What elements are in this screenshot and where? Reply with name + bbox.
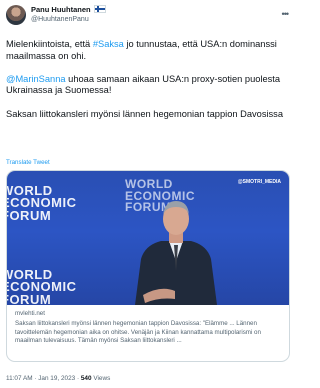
wef-logo-bottom-left: WORLD ECONOMIC FORUM bbox=[7, 267, 77, 305]
card-description: Saksan liittokansleri myönsi lännen hege… bbox=[15, 320, 261, 345]
link-preview-card[interactable]: WORLD ECONOMIC FORUM WORLD ECONOMIC FORU… bbox=[6, 170, 290, 362]
speaker-figure bbox=[135, 201, 217, 305]
tweet-paragraph-2: @MarinSanna uhoaa samaan aikaan USA:n pr… bbox=[6, 73, 281, 96]
mention-link[interactable]: @MarinSanna bbox=[6, 74, 66, 84]
tweet-paragraph-3: Saksan liittokansleri myönsi lännen hege… bbox=[6, 108, 284, 119]
card-image[interactable]: WORLD ECONOMIC FORUM WORLD ECONOMIC FORU… bbox=[7, 171, 289, 305]
finland-flag-icon bbox=[93, 5, 106, 13]
author-handle[interactable]: @HuuhtanenPanu bbox=[31, 16, 89, 23]
author-name[interactable]: Panu Huuhtanen bbox=[31, 5, 91, 14]
avatar[interactable] bbox=[6, 5, 26, 25]
author-name-line[interactable]: Panu Huuhtanen bbox=[31, 5, 106, 14]
wef-logo-top-left: WORLD ECONOMIC FORUM bbox=[7, 183, 77, 223]
tweet-text: Mielenkiintoista, että #Saksa jo tunnust… bbox=[6, 39, 290, 132]
tweet-metadata: 11:07 AM · Jan 19, 2023 · 540 Views bbox=[6, 375, 111, 382]
video-watermark: @SMOTRI_MEDIA bbox=[237, 179, 281, 185]
hashtag-link[interactable]: #Saksa bbox=[93, 39, 124, 49]
card-domain: mvlehti.net bbox=[15, 310, 45, 317]
views-label: Views bbox=[93, 375, 111, 382]
translate-tweet-link[interactable]: Translate Tweet bbox=[6, 159, 50, 166]
tweet-date[interactable]: Jan 19, 2023 bbox=[38, 375, 75, 382]
tweet-time[interactable]: 11:07 AM bbox=[6, 375, 33, 382]
views-count: 540 bbox=[80, 375, 92, 382]
tweet-paragraph-1: Mielenkiintoista, että #Saksa jo tunnust… bbox=[6, 39, 277, 61]
tweet-header: Panu Huuhtanen @HuuhtanenPanu ••• bbox=[6, 4, 290, 26]
more-options-icon[interactable]: ••• bbox=[282, 9, 290, 19]
